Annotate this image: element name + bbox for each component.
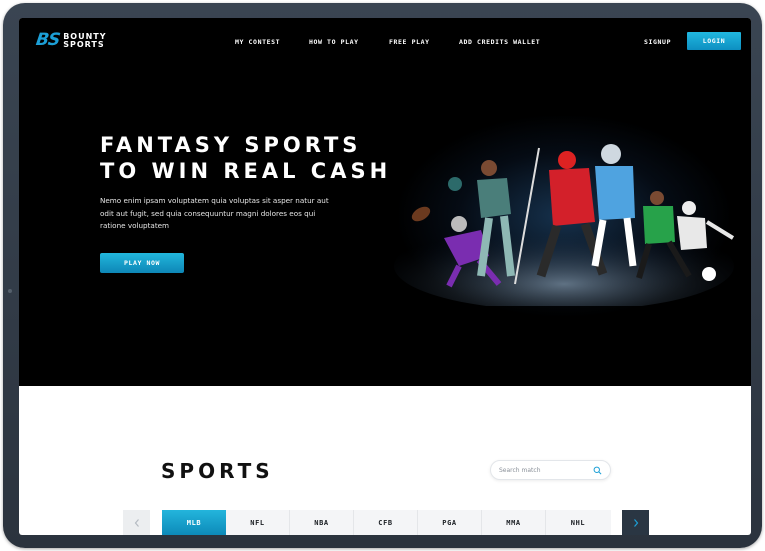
logo-line-2: SPORTS (63, 39, 105, 49)
search-input[interactable] (499, 464, 589, 477)
tab-nhl[interactable]: NHL (546, 510, 610, 535)
sports-heading: SPORTS (161, 459, 274, 483)
hero-description: Nemo enim ipsam voluptatem quia voluptas… (100, 196, 329, 230)
tablet-frame: BS BOUNTY SPORTS MY CONTEST HOW TO PLAY … (3, 3, 762, 548)
logo-mark: BS (34, 30, 61, 50)
brand-logo[interactable]: BS BOUNTY SPORTS (34, 30, 107, 50)
tab-mma[interactable]: MMA (482, 510, 546, 535)
signup-link[interactable]: SIGNUP (644, 38, 671, 46)
tab-strip: MLB NFL NBA CFB PGA MMA NHL (162, 510, 611, 535)
nav-my-contest[interactable]: MY CONTEST (235, 38, 280, 46)
tab-cfb[interactable]: CFB (354, 510, 418, 535)
logo-wordmark: BOUNTY SPORTS (63, 32, 106, 49)
hero-section: BS BOUNTY SPORTS MY CONTEST HOW TO PLAY … (19, 18, 751, 386)
athletes-collage-image (394, 144, 735, 306)
tab-mlb[interactable]: MLB (162, 510, 226, 535)
screen: BS BOUNTY SPORTS MY CONTEST HOW TO PLAY … (19, 18, 751, 535)
hero-title: FANTASY SPORTS TO WIN REAL CASH (100, 132, 391, 184)
tab-nba[interactable]: NBA (290, 510, 354, 535)
sports-tabs: MLB NFL NBA CFB PGA MMA NHL (123, 510, 650, 535)
chevron-right-icon (633, 518, 638, 527)
login-button[interactable]: LOGIN (687, 32, 741, 50)
camera-dot (8, 289, 12, 293)
nav-free-play[interactable]: FREE PLAY (389, 38, 430, 46)
tab-pga[interactable]: PGA (418, 510, 482, 535)
chevron-left-icon (134, 518, 139, 527)
nav-add-credits-wallet[interactable]: ADD CREDITS WALLET (459, 38, 540, 46)
nav-how-to-play[interactable]: HOW TO PLAY (309, 38, 359, 46)
tabs-prev-button[interactable] (123, 510, 150, 535)
play-now-button[interactable]: PLAY NOW (100, 253, 184, 273)
hero-title-line-2: TO WIN REAL CASH (100, 159, 392, 183)
search-match-field[interactable] (490, 460, 611, 480)
tab-nfl[interactable]: NFL (226, 510, 290, 535)
search-icon[interactable] (593, 466, 602, 475)
hero-title-line-1: FANTASY SPORTS (100, 133, 362, 157)
tabs-next-button[interactable] (622, 510, 649, 535)
